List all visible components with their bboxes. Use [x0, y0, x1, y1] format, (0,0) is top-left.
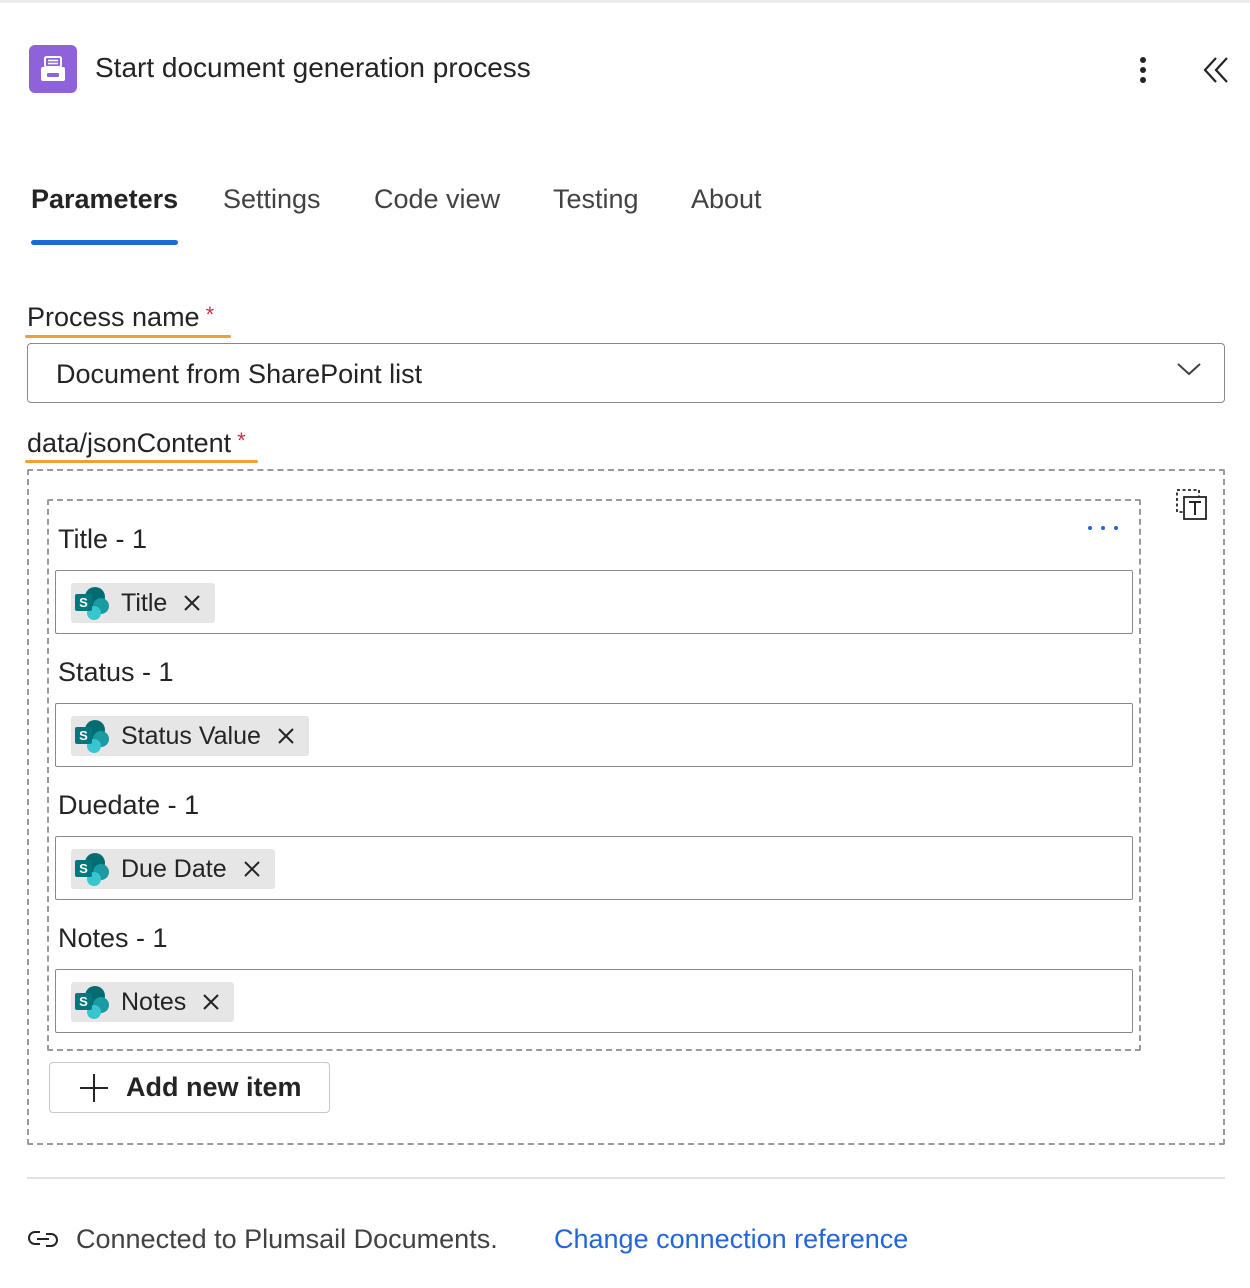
process-name-label-text: Process name	[27, 302, 200, 332]
close-icon	[278, 728, 294, 744]
item-label-notes: Notes - 1	[58, 923, 168, 953]
process-name-dropdown[interactable]: Document from SharePoint list	[27, 343, 1225, 403]
remove-token-button[interactable]	[275, 725, 297, 747]
item-input-title[interactable]: S Title	[55, 570, 1133, 634]
chevron-down-icon	[1177, 363, 1201, 376]
item-label-duedate: Duedate - 1	[58, 790, 200, 820]
dynamic-content-token[interactable]: S Notes	[71, 982, 235, 1022]
link-icon	[28, 1231, 58, 1247]
token-label: Title	[121, 588, 168, 617]
change-connection-link[interactable]: Change connection reference	[554, 1224, 908, 1255]
svg-text:S: S	[79, 728, 88, 743]
add-new-item-button[interactable]: Add new item	[49, 1062, 330, 1113]
document-printer-icon	[29, 45, 77, 93]
token-label: Due Date	[121, 854, 227, 883]
label-highlight	[25, 335, 231, 338]
item-input-duedate[interactable]: S Due Date	[55, 836, 1133, 900]
remove-token-button[interactable]	[200, 991, 222, 1013]
tab-parameters[interactable]: Parameters	[31, 184, 179, 246]
sharepoint-icon: S	[75, 587, 109, 620]
more-options-button[interactable]	[1124, 50, 1162, 90]
item-group-more-button[interactable]	[1082, 514, 1124, 542]
svg-text:S: S	[79, 994, 88, 1009]
item-input-notes[interactable]: S Notes	[55, 969, 1133, 1033]
divider	[27, 1177, 1225, 1179]
connection-status-text: Connected to Plumsail Documents.	[76, 1224, 498, 1254]
close-icon	[184, 595, 201, 611]
collapse-panel-button[interactable]	[1196, 50, 1236, 90]
token-label: Status Value	[121, 721, 261, 750]
tab-testing[interactable]: Testing	[553, 184, 639, 246]
required-mark: *	[237, 428, 246, 453]
sharepoint-icon: S	[75, 986, 109, 1019]
sharepoint-icon: S	[75, 720, 109, 753]
process-name-label: Process name *	[27, 302, 214, 333]
item-label-status: Status - 1	[58, 657, 174, 687]
plus-icon	[80, 1073, 108, 1102]
panel-header: Start document generation process	[0, 0, 1250, 140]
svg-text:S: S	[79, 595, 88, 610]
item-input-status[interactable]: S Status Value	[55, 703, 1133, 767]
tab-about[interactable]: About	[691, 184, 762, 246]
dynamic-content-token[interactable]: S Title	[71, 583, 216, 623]
tab-code-view[interactable]: Code view	[374, 184, 500, 246]
svg-text:S: S	[79, 861, 88, 876]
sharepoint-icon: S	[75, 853, 109, 886]
double-chevron-left-icon	[1203, 57, 1228, 83]
vertical-ellipsis-icon	[1140, 57, 1146, 83]
horizontal-ellipsis-icon	[1088, 526, 1118, 530]
close-icon	[203, 994, 220, 1010]
add-new-item-label: Add new item	[126, 1072, 302, 1102]
switch-to-text-mode-button[interactable]	[1172, 485, 1212, 525]
json-content-label: data/jsonContent *	[27, 428, 246, 459]
close-icon	[243, 861, 260, 877]
dynamic-content-token[interactable]: S Due Date	[71, 849, 275, 889]
text-mode-icon	[1176, 489, 1207, 520]
remove-token-button[interactable]	[181, 592, 203, 614]
token-label: Notes	[121, 987, 187, 1016]
dynamic-content-token[interactable]: S Status Value	[71, 716, 309, 756]
json-content-label-text: data/jsonContent	[27, 428, 232, 458]
connection-footer: Connected to Plumsail Documents. Change …	[27, 1218, 1225, 1262]
process-name-value: Document from SharePoint list	[56, 359, 423, 389]
required-mark: *	[205, 302, 215, 327]
remove-token-button[interactable]	[241, 858, 263, 880]
item-label-title: Title - 1	[58, 524, 148, 554]
tab-settings[interactable]: Settings	[223, 184, 321, 246]
label-highlight	[25, 460, 258, 463]
page-title: Start document generation process	[95, 52, 531, 83]
